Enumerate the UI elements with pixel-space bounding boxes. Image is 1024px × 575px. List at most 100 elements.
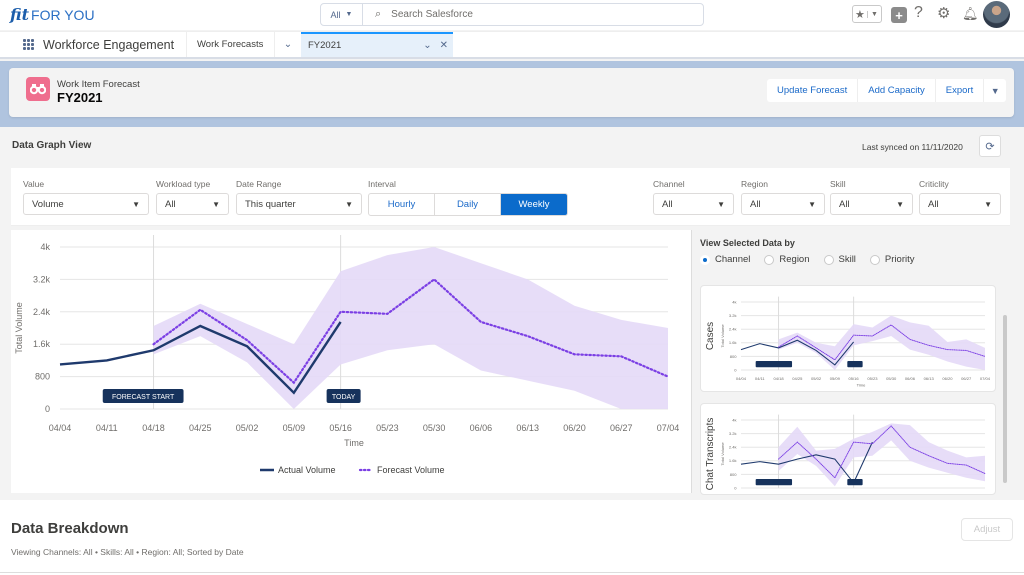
adjust-button[interactable]: Adjust <box>961 518 1013 541</box>
date-range-select[interactable]: This quarter ▼ <box>236 193 362 215</box>
radio-icon <box>869 254 880 265</box>
tab-fy2021[interactable]: FY2021 ⌄ ✕ <box>301 32 453 57</box>
x-tick-label: 05/23 <box>867 376 878 381</box>
search-scope-dropdown[interactable]: All ▼ <box>321 4 363 25</box>
update-forecast-button[interactable]: Update Forecast <box>767 79 859 102</box>
legend-forecast-label: Forecast Volume <box>377 465 445 475</box>
interval-weekly-button[interactable]: Weekly <box>501 194 567 215</box>
forecast-range-band <box>778 423 985 487</box>
value-select[interactable]: Volume ▼ <box>23 193 149 215</box>
annotation-badge <box>755 479 793 486</box>
criticality-selected: All <box>928 198 939 210</box>
record-actions: Update Forecast Add Capacity Export ▼ <box>767 79 1007 102</box>
x-tick-label: 05/30 <box>886 376 897 381</box>
mini-chart-cases[interactable]: 0 800 1.6k 2.4k 3.2k 4k 04/04 04/11 04/18 04/25 05… <box>700 285 996 392</box>
radio-priority[interactable]: Priority <box>869 254 914 265</box>
logo-for-you: FOR YOU <box>31 7 95 23</box>
navigation-bar: Workforce Engagement Work Forecasts ⌄ FY… <box>0 31 1024 59</box>
x-tick-label: 06/06 <box>905 376 916 381</box>
annotation-badge <box>755 361 793 368</box>
x-tick-label: 06/06 <box>470 423 493 433</box>
export-button[interactable]: Export <box>936 79 985 102</box>
value-selected: Volume <box>32 198 64 210</box>
setup-gear-icon[interactable]: ⚙ <box>937 4 950 22</box>
x-tick-label: 04/25 <box>792 494 803 495</box>
app-launcher[interactable]: Workforce Engagement <box>0 32 187 57</box>
y-tick-label: 4k <box>40 242 50 252</box>
x-tick-label: 05/02 <box>811 376 822 381</box>
x-tick-label: 07/04 <box>980 494 991 495</box>
x-tick-label: 05/02 <box>811 494 822 495</box>
app-name: Workforce Engagement <box>43 37 175 52</box>
radio-region[interactable]: Region <box>764 254 810 265</box>
chevron-down-icon: ▼ <box>717 199 725 209</box>
y-tick-label: 0 <box>734 485 737 490</box>
radio-channel[interactable]: Channel <box>700 254 750 265</box>
skill-select[interactable]: All ▼ <box>830 193 913 215</box>
interval-filter: Interval Hourly Daily Weekly <box>368 179 568 216</box>
annotation-label: TODAY <box>332 394 356 401</box>
record-type: Work Item Forecast <box>57 79 140 90</box>
data-breakdown-title: Data Breakdown <box>11 520 129 537</box>
legend-actual-label: Actual Volume <box>278 465 336 475</box>
tab-menu-chevron-icon[interactable]: ⌄ <box>423 40 431 51</box>
view-selected-data-panel: View Selected Data by Channel Region Ski… <box>691 230 1010 495</box>
criticality-select[interactable]: All ▼ <box>919 193 1001 215</box>
x-tick-label: 04/25 <box>189 423 212 433</box>
x-tick-label: 06/20 <box>942 494 953 495</box>
mini-chart-title: Cases <box>705 322 716 350</box>
skill-filter: Skill All ▼ <box>830 179 913 215</box>
channel-selected: All <box>662 198 673 210</box>
x-tick-label: 06/13 <box>924 494 935 495</box>
annotation-badge <box>847 361 863 368</box>
y-axis-title: Total Volume <box>720 442 725 466</box>
radio-label: Skill <box>838 254 856 265</box>
x-tick-label: 05/16 <box>329 423 352 433</box>
channel-label: Channel <box>653 179 685 189</box>
side-panel-scrollbar[interactable] <box>1003 315 1007 483</box>
avatar[interactable] <box>983 1 1010 28</box>
x-tick-label: 05/16 <box>849 376 860 381</box>
close-tab-icon[interactable]: ✕ <box>440 40 448 51</box>
x-tick-label: 05/23 <box>867 494 878 495</box>
add-icon[interactable]: + <box>891 7 907 23</box>
notifications-bell-icon[interactable]: 🔔︎ <box>962 6 979 22</box>
workload-type-select[interactable]: All ▼ <box>156 193 229 215</box>
nav-chevron-down-icon[interactable]: ⌄ <box>275 32 301 57</box>
refresh-sync-icon[interactable]: ⟳ <box>979 135 1001 157</box>
radio-label: Region <box>779 254 810 265</box>
workload-type-filter: Workload type All ▼ <box>156 179 229 215</box>
y-axis-title: Total Volume <box>14 302 24 354</box>
record-header: Work Item Forecast FY2021 Update Forecas… <box>9 68 1014 117</box>
global-search[interactable]: All ▼ ⌕ Search Salesforce <box>320 3 704 26</box>
x-tick-label: 04/18 <box>773 376 784 381</box>
nav-item-work-forecasts[interactable]: Work Forecasts <box>187 32 275 57</box>
add-capacity-button[interactable]: Add Capacity <box>858 79 936 102</box>
brand-logo[interactable]: fit FOR YOU <box>10 5 95 25</box>
date-range-label: Date Range <box>236 179 282 189</box>
chevron-down-icon: ▼ <box>808 199 816 209</box>
x-tick-label: 06/27 <box>610 423 633 433</box>
interval-daily-button[interactable]: Daily <box>435 194 501 215</box>
x-tick-label: 06/27 <box>961 376 972 381</box>
more-actions-dropdown-icon[interactable]: ▼ <box>984 79 1006 102</box>
y-tick-label: 2.4k <box>729 445 738 450</box>
favorites-button[interactable]: ★ ▼ <box>852 5 882 23</box>
x-tick-label: 04/18 <box>773 494 784 495</box>
region-select[interactable]: All ▼ <box>741 193 825 215</box>
search-input[interactable]: Search Salesforce <box>391 9 473 20</box>
data-breakdown-section: Data Breakdown Viewing Channels: All • S… <box>0 500 1024 575</box>
y-axis-title: Total Volume <box>720 324 725 348</box>
interval-hourly-button[interactable]: Hourly <box>369 194 435 215</box>
x-tick-label: 05/09 <box>830 376 841 381</box>
help-icon[interactable]: ? <box>914 4 923 22</box>
app-launcher-grid-icon <box>23 39 34 50</box>
channel-select[interactable]: All ▼ <box>653 193 734 215</box>
x-tick-label: 04/11 <box>755 494 766 495</box>
radio-skill[interactable]: Skill <box>823 254 856 265</box>
global-header: fit FOR YOU All ▼ ⌕ Search Salesforce ★ ▼ +… <box>0 0 1024 30</box>
search-icon: ⌕ <box>375 8 382 20</box>
mini-chart-chat-transcripts[interactable]: 0 800 1.6k 2.4k 3.2k 4k 04/04 04/11 04/18 04/25 05… <box>700 403 996 495</box>
x-tick-label: 05/30 <box>423 423 446 433</box>
favorites-dropdown-icon[interactable]: ▼ <box>866 10 881 18</box>
